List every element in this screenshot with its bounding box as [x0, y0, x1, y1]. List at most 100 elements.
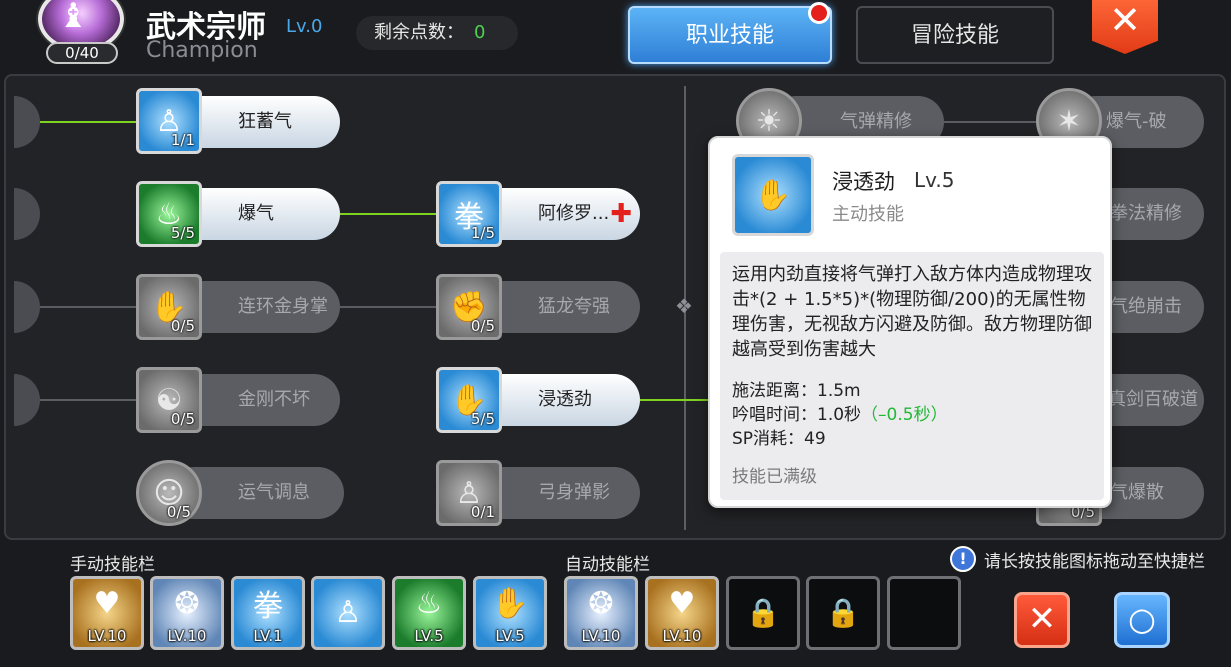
remaining-points-value: 0 — [474, 22, 486, 43]
close-icon[interactable]: ✕ — [1092, 0, 1158, 54]
skill-count: 1/5 — [470, 224, 495, 242]
skill-count: 5/5 — [170, 224, 195, 242]
lock-icon: 🔒 — [745, 595, 781, 629]
skill-icon[interactable]: 1/5 拳 — [436, 181, 502, 247]
skill-label: 浸透劲 — [538, 389, 592, 410]
skill-label: 爆气-破 — [1106, 111, 1167, 132]
auto-skill-bar-label: 自动技能栏 — [565, 555, 650, 575]
palm-icon: ✋ — [491, 585, 529, 621]
skill-count: 5/5 — [470, 410, 495, 428]
connector-line — [944, 121, 1044, 123]
tooltip-skill-level: Lv.5 — [914, 168, 955, 192]
cast-bonus: （–0.5秒） — [861, 405, 948, 425]
class-level: Lv.0 — [286, 16, 323, 37]
heal-icon: ♥ — [93, 585, 121, 621]
connector-line — [340, 306, 440, 308]
slot-level: LV.10 — [581, 627, 621, 645]
tooltip-max-level: 技能已满级 — [732, 467, 817, 487]
skill-count: 0/1 — [470, 503, 495, 521]
skill-points-used: 0/40 — [46, 42, 118, 64]
skill-label: 爆气 — [238, 203, 274, 224]
skill-count: 0/5 — [170, 410, 195, 428]
slot-level: LV.10 — [87, 627, 127, 645]
fist-icon: 拳 — [253, 589, 283, 624]
tab-job-skills[interactable]: 职业技能 — [628, 6, 832, 64]
notification-dot — [808, 2, 830, 24]
drag-hint: ! 请长按技能图标拖动至快捷栏 — [950, 546, 1205, 572]
skill-count: 0/5 — [170, 317, 195, 335]
remaining-points: 剩余点数： 0 — [356, 16, 518, 50]
slot-level: LV.1 — [253, 627, 283, 645]
manual-slot[interactable]: ♨ LV.5 — [392, 576, 466, 650]
manual-slot[interactable]: ♥ LV.10 — [70, 576, 144, 650]
manual-slot[interactable]: ♙ — [311, 576, 385, 650]
sp-label: SP消耗： — [732, 429, 805, 449]
skill-label: 阿修罗... — [538, 203, 610, 224]
connector-line — [40, 399, 140, 401]
tooltip-skill-name: 浸透劲 — [832, 170, 895, 194]
cast-value: 1.0秒 — [817, 405, 862, 425]
skill-label: 气爆散 — [1110, 482, 1164, 503]
auto-slot-empty[interactable] — [887, 576, 961, 650]
heal-icon: ♥ — [668, 585, 696, 621]
connector-line — [340, 213, 440, 215]
connector-line — [40, 306, 140, 308]
tooltip-body: 运用内劲直接将气弹打入敌方体内造成物理攻击*(2 + 1.5*5)*(物理防御/… — [720, 252, 1104, 500]
slot-level: LV.10 — [662, 627, 702, 645]
sp-value: 49 — [804, 429, 826, 449]
manual-slot[interactable]: ✋ LV.5 — [473, 576, 547, 650]
lock-icon: 🔒 — [825, 595, 861, 629]
skill-label: 弓身弹影 — [538, 482, 610, 503]
range-label: 施法距离： — [732, 381, 817, 401]
auto-slot-locked: 🔒 — [806, 576, 880, 650]
skill-label: 气绝崩击 — [1110, 296, 1182, 317]
skill-icon[interactable]: 0/5 ✊ — [436, 274, 502, 340]
auto-slot[interactable]: ♥ LV.10 — [645, 576, 719, 650]
slot-level: LV.5 — [414, 627, 444, 645]
skill-icon[interactable]: 1/1 ♙ — [136, 88, 202, 154]
tooltip-skill-type: 主动技能 — [832, 204, 904, 225]
shield-icon: ❂ — [174, 585, 200, 621]
class-name-english: Champion — [146, 38, 258, 63]
tooltip-sp-cost: SP消耗：49 — [732, 424, 826, 449]
drag-hint-text: 请长按技能图标拖动至快捷栏 — [984, 551, 1205, 572]
class-emblem-icon: ♝ — [58, 0, 89, 36]
connector-line — [40, 121, 140, 123]
tab-adventure-skills[interactable]: 冒险技能 — [856, 6, 1054, 64]
confirm-button[interactable]: ○ — [1114, 592, 1170, 648]
skill-icon[interactable]: 0/5 ☯ — [136, 367, 202, 433]
skill-label: 气弹精修 — [840, 111, 912, 132]
add-point-icon[interactable]: ✚ — [610, 188, 632, 240]
manual-skill-bar-label: 手动技能栏 — [70, 555, 155, 575]
connector-line — [640, 399, 710, 401]
tooltip-description: 运用内劲直接将气弹打入敌方体内造成物理攻击*(2 + 1.5*5)*(物理防御/… — [732, 264, 1092, 360]
remaining-points-label: 剩余点数： — [374, 22, 464, 43]
tooltip-skill-icon: ✋ — [732, 154, 814, 236]
range-value: 1.5m — [817, 381, 861, 401]
skill-label: 真剑百破道 — [1108, 389, 1198, 410]
cancel-button[interactable]: ✕ — [1014, 592, 1070, 648]
skill-icon[interactable]: 0/1 ♙ — [436, 460, 502, 526]
divider-ornament-icon: ❖ — [675, 294, 693, 318]
skill-label: 狂蓄气 — [238, 111, 292, 132]
skill-icon[interactable]: 5/5 ♨ — [136, 181, 202, 247]
slot-level: LV.5 — [495, 627, 525, 645]
skill-label: 连环金身掌 — [238, 296, 328, 317]
auto-slot-locked: 🔒 — [726, 576, 800, 650]
skill-icon[interactable]: 0/5 ☺ — [136, 460, 202, 526]
skill-label: 拳法精修 — [1110, 203, 1182, 224]
skill-label: 猛龙夸强 — [538, 296, 610, 317]
cast-label: 吟唱时间： — [732, 405, 817, 425]
shield-icon: ❂ — [588, 585, 614, 621]
aura-icon: ♨ — [415, 585, 443, 621]
tooltip-cast-time: 吟唱时间：1.0秒（–0.5秒） — [732, 400, 948, 425]
skill-icon[interactable]: 0/5 ✋ — [136, 274, 202, 340]
tooltip-range: 施法距离：1.5m — [732, 376, 861, 401]
skill-label: 运气调息 — [238, 482, 310, 503]
manual-slot[interactable]: ❂ LV.10 — [150, 576, 224, 650]
skill-tooltip: ✋ 浸透劲 Lv.5 主动技能 运用内劲直接将气弹打入敌方体内造成物理攻击*(2… — [708, 136, 1112, 508]
auto-slot[interactable]: ❂ LV.10 — [564, 576, 638, 650]
skill-icon[interactable]: 5/5 ✋ — [436, 367, 502, 433]
manual-slot[interactable]: 拳 LV.1 — [231, 576, 305, 650]
skill-count: 0/5 — [166, 503, 191, 521]
